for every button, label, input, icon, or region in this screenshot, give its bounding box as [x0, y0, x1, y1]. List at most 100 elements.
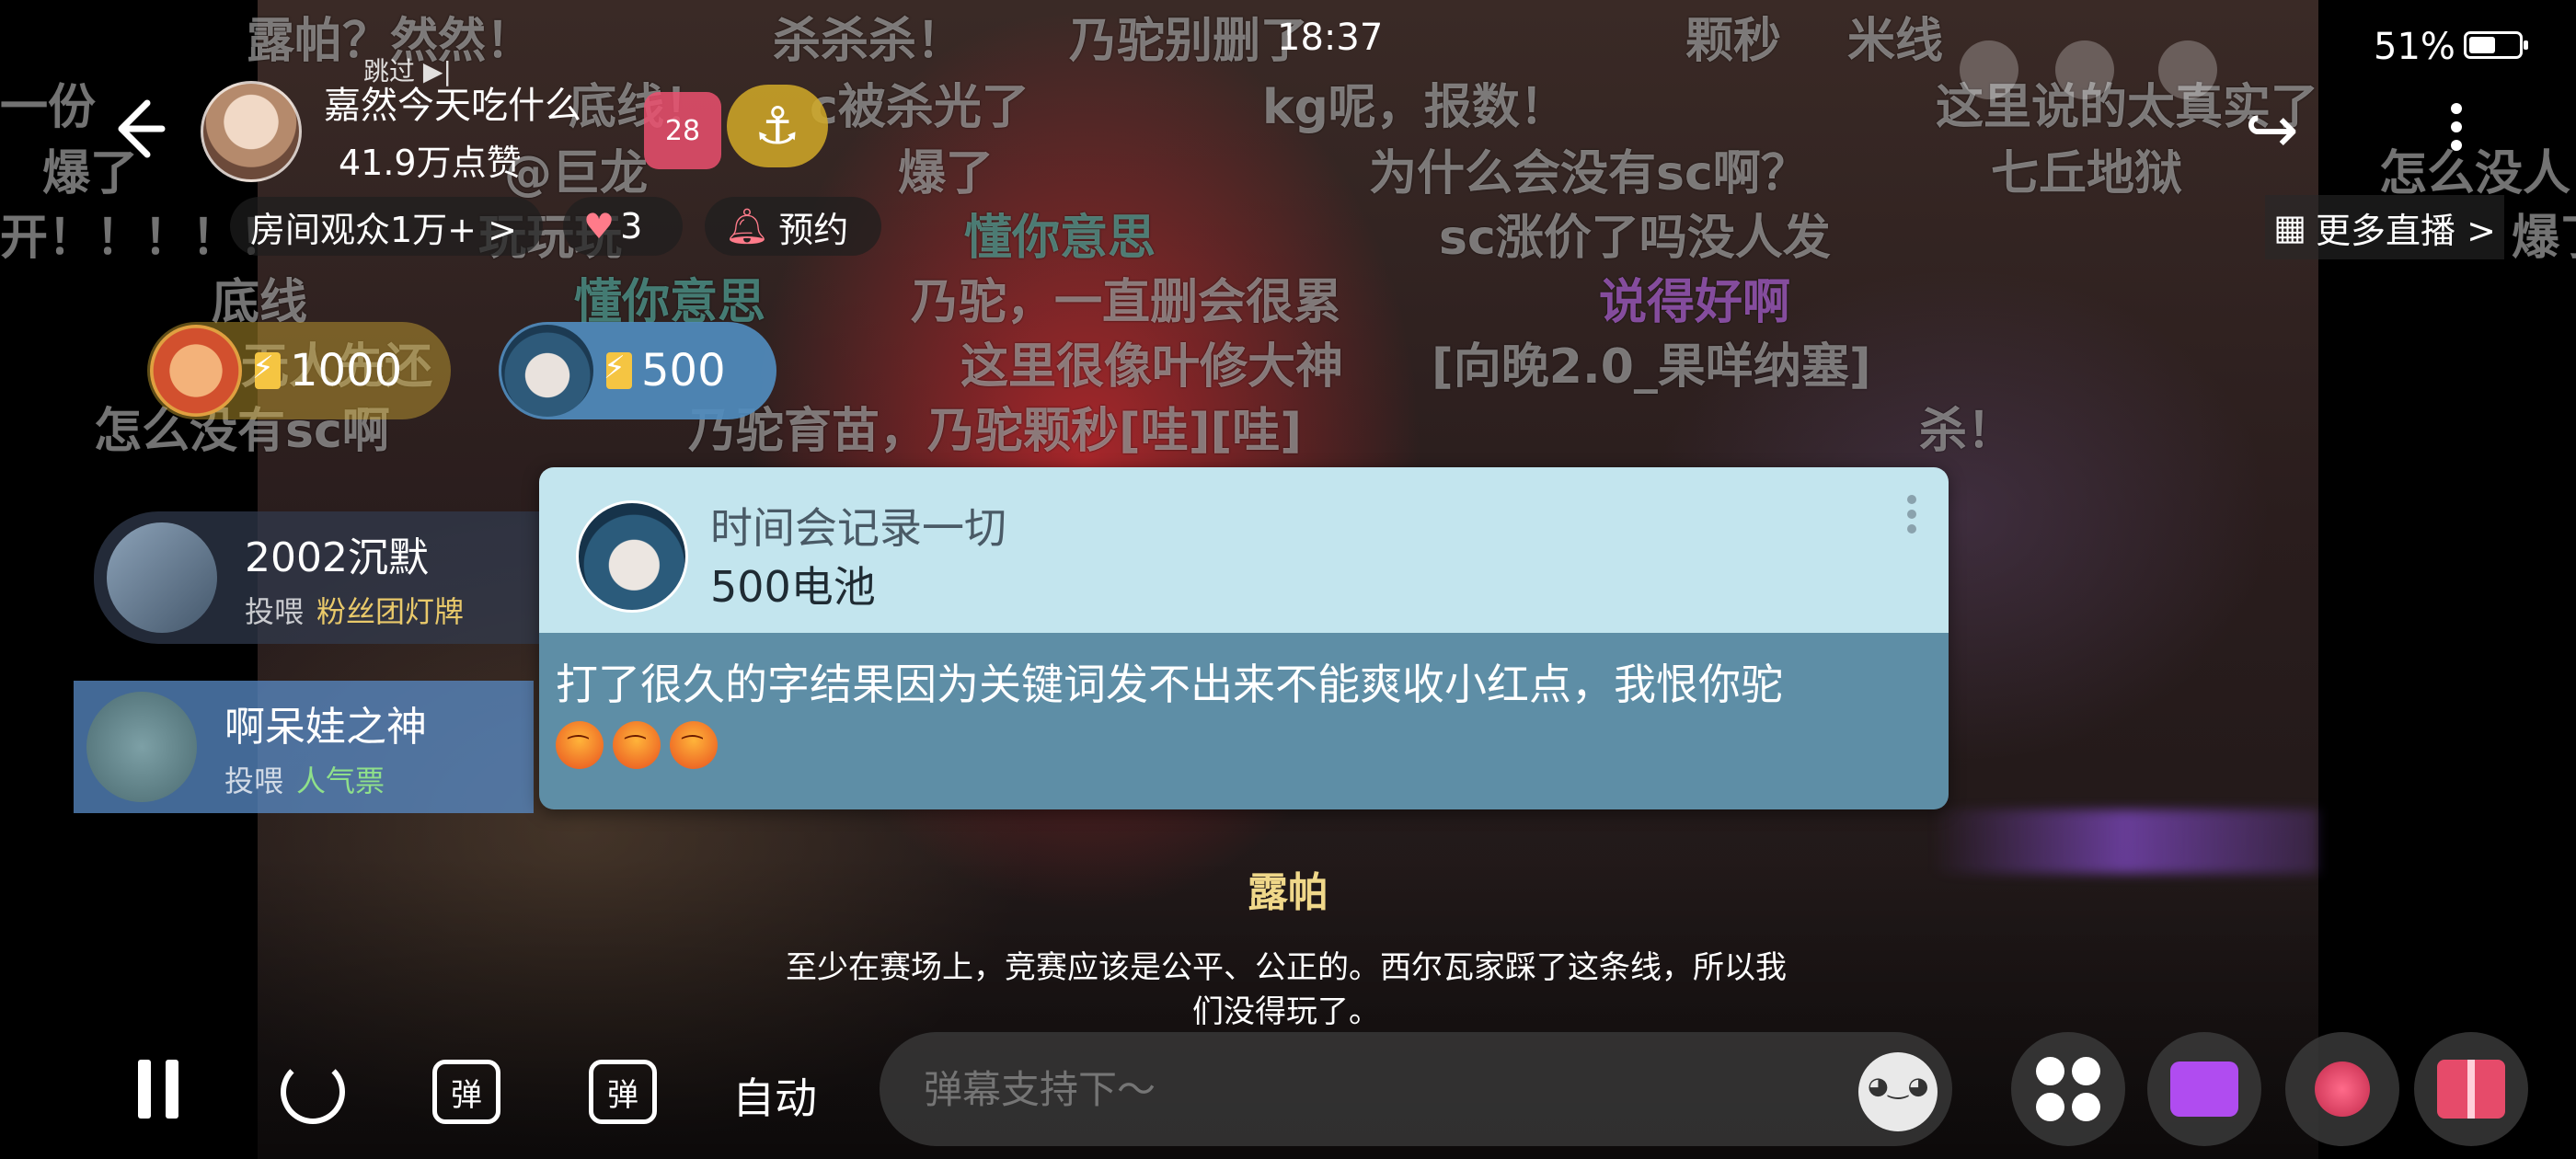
danmaku-settings-button[interactable]: 弹	[589, 1060, 657, 1124]
angry-emoji-icon	[613, 721, 661, 769]
danmaku-item: c被杀光了	[810, 80, 1029, 135]
gift-icon	[2437, 1060, 2505, 1119]
apps-icon	[2036, 1057, 2100, 1121]
danmaku-item: kg呢，报数！	[1262, 80, 1568, 135]
fan-level-badge[interactable]: 28	[644, 92, 721, 169]
danmaku-item: 杀杀杀！	[773, 14, 965, 69]
danmaku-item: 乃驼别删了	[1069, 14, 1309, 69]
refresh-icon[interactable]	[281, 1060, 345, 1124]
shield-icon[interactable]	[1960, 40, 2018, 99]
eye-icon[interactable]	[2158, 40, 2217, 99]
more-live-button[interactable]: ▦ 更多直播 >	[2265, 195, 2504, 259]
danmaku-item: 为什么会没有sc啊？	[1369, 146, 1809, 201]
share-icon: ↪	[2245, 92, 2299, 167]
share-button[interactable]: ↪	[2245, 92, 2299, 167]
danmaku-item: sc涨价了吗没人发	[1439, 211, 1831, 266]
gift-action: 投喂	[224, 763, 284, 798]
gift-sender-name: 2002沉默	[245, 534, 429, 581]
superchat-price: 500电池	[710, 562, 876, 612]
quality-auto-button[interactable]: 自动	[732, 1065, 817, 1126]
danmaku-item: @巨龙	[504, 146, 649, 201]
danmaku-item: 爆了	[2512, 211, 2576, 266]
likes-count: 3	[620, 206, 643, 247]
rose-icon	[2315, 1061, 2370, 1117]
streamer-name[interactable]: 嘉然今天吃什么	[324, 75, 581, 129]
arrow-left-icon	[118, 99, 166, 158]
battery-fill	[2469, 37, 2495, 53]
danmaku-item: 颗秒	[1685, 14, 1782, 69]
gift-button[interactable]	[2414, 1032, 2528, 1146]
heart-level: 28	[664, 114, 701, 147]
streamer-avatar[interactable]	[201, 81, 302, 182]
subtitle-speaker: 露帕	[1248, 869, 1328, 916]
shop-icon	[2170, 1061, 2238, 1117]
danmu-settings-label: 弹	[607, 1076, 638, 1114]
superchat-user: 时间会记录一切	[710, 503, 1006, 553]
subtitle-line: 们没得玩了。	[1192, 993, 1380, 1030]
avatar	[501, 325, 593, 417]
pause-small-icon[interactable]	[2055, 40, 2114, 99]
gift-pill[interactable]: 1000	[147, 322, 451, 419]
back-button[interactable]	[101, 92, 175, 166]
danmaku-item: 爆了	[898, 146, 995, 201]
gift-notice-card: 2002沉默 投喂 粉丝团灯牌	[94, 511, 554, 644]
heart-icon: ♥	[583, 206, 615, 247]
angry-emoji-icon	[670, 721, 718, 769]
danmaku-item: 一份	[0, 80, 97, 135]
superchat-card[interactable]: 时间会记录一切 500电池 打了很久的字结果因为关键词发不出来不能爽收小红点，我…	[539, 467, 1949, 809]
battery-bolt-icon	[252, 350, 281, 389]
audience-label: 房间观众1万+ >	[250, 209, 517, 250]
more-live-label: 更多直播 >	[2315, 210, 2496, 251]
gift-notice-card: 啊呆娃之神 投喂 人气票	[74, 681, 534, 813]
like-button[interactable]: ♥ 3	[563, 197, 683, 256]
battery-icon	[2464, 31, 2528, 59]
reserve-button[interactable]: 🔔︎ 预约	[705, 197, 881, 256]
gift-amount: 500	[641, 345, 726, 396]
streamer-likes: 41.9万点赞	[339, 143, 522, 183]
anchor-icon[interactable]: ⚓	[727, 85, 828, 167]
danmaku-item: [向晚2.0_果咩纳塞]	[1432, 339, 1871, 395]
danmaku-item: 乃驼，一直删会很累	[911, 275, 1342, 330]
rose-gift-button[interactable]	[2285, 1032, 2399, 1146]
bell-icon: 🔔︎	[725, 205, 770, 247]
gift-amount: 1000	[290, 345, 403, 396]
danmaku-item: 杀！	[1919, 404, 2016, 459]
more-options-button[interactable]	[2445, 96, 2467, 169]
audience-count-button[interactable]: 房间观众1万+ >	[230, 197, 543, 256]
battery-bolt-icon	[604, 350, 632, 389]
status-time: 18:37	[1277, 17, 1384, 59]
danmaku-toggle-button[interactable]: 弹	[432, 1060, 500, 1124]
danmaku-item: 说得好啊	[1599, 275, 1791, 330]
superchat-header: 时间会记录一切 500电池	[539, 467, 1949, 633]
subtitle-line: 至少在赛场上，竞赛应该是公平、公正的。西尔瓦家踩了这条线，所以我	[786, 949, 1787, 986]
superchat-emojis	[556, 721, 1932, 769]
avatar	[107, 522, 217, 633]
superchat-message: 打了很久的字结果因为关键词发不出来不能爽收小红点，我恨你驼	[556, 660, 1783, 709]
superchat-more-button[interactable]	[1903, 489, 1921, 545]
danmaku-item: 懂你意思	[964, 211, 1156, 266]
danmaku-item: 七丘地狱	[1991, 146, 2183, 201]
danmaku-item: 怎么没人	[2379, 146, 2571, 201]
danmaku-item: 米线	[1847, 14, 1944, 69]
emoji-button[interactable]	[1858, 1052, 1938, 1131]
reserve-label: 预约	[778, 209, 849, 250]
apps-button[interactable]	[2011, 1032, 2125, 1146]
gift-sender-name: 啊呆娃之神	[224, 704, 427, 751]
grid-icon: ▦	[2273, 207, 2306, 247]
gift-pill[interactable]: 500	[499, 322, 776, 419]
avatar	[86, 692, 197, 802]
shop-button[interactable]	[2147, 1032, 2261, 1146]
battery-percent: 51%	[2374, 26, 2455, 68]
danmaku-item: 这里很像叶修大神	[960, 339, 1344, 395]
gift-name: 人气票	[296, 763, 385, 798]
danmu-label: 弹	[451, 1076, 482, 1114]
avatar	[576, 500, 688, 613]
pause-button[interactable]	[138, 1060, 178, 1119]
angry-emoji-icon	[556, 721, 604, 769]
gift-action: 投喂	[245, 594, 305, 629]
video-neon-light	[1932, 809, 2318, 874]
superchat-body: 打了很久的字结果因为关键词发不出来不能爽收小红点，我恨你驼	[539, 633, 1949, 809]
danmaku-input[interactable]	[880, 1032, 1952, 1146]
gift-name: 粉丝团灯牌	[316, 594, 465, 629]
danmaku-item: 乃驼育苗，乃驼颗秒[哇][哇]	[688, 404, 1303, 459]
